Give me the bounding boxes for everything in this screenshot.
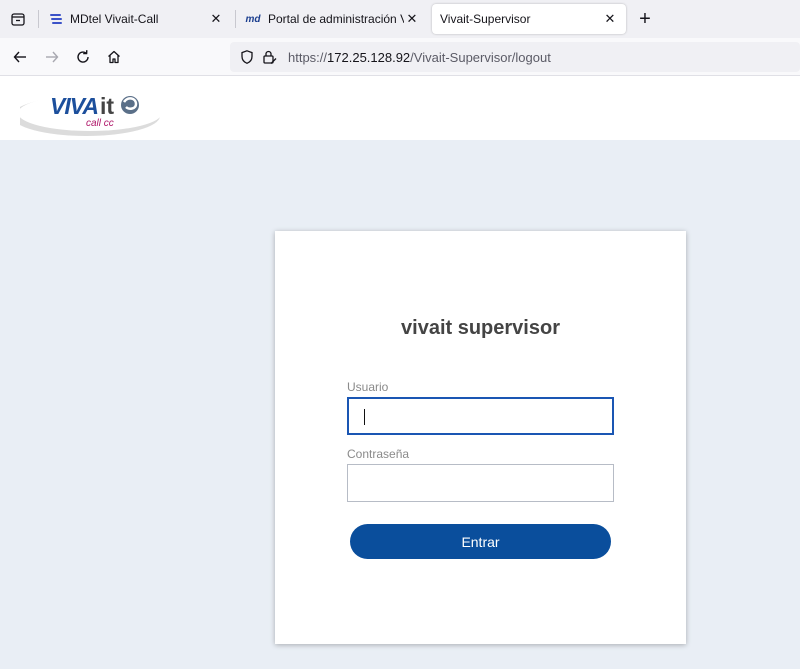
tab-vivait-supervisor[interactable]: Vivait-Supervisor ✕ [432,4,626,34]
close-tab-icon[interactable]: ✕ [602,11,618,27]
mdtel-lines-icon [48,11,64,27]
tab-list-icon [11,13,25,26]
url-path: /Vivait-Supervisor/logout [410,49,551,65]
tab-mdtel-vivait-call[interactable]: MDtel Vivait-Call ✕ [40,4,232,34]
url-prefix: https:// [288,49,328,65]
address-bar[interactable]: https://172.25.128.92/Vivait-Supervisor/… [230,42,800,72]
tab-separator [38,10,39,28]
logo-brand-accent: it [100,93,114,119]
page-header: VIVA it call cc [0,76,800,140]
navigation-bar: https://172.25.128.92/Vivait-Supervisor/… [0,38,800,76]
new-tab-button[interactable]: + [634,8,656,30]
text-caret [364,409,365,425]
reload-icon [77,50,89,63]
password-input[interactable] [347,464,614,502]
home-icon [108,50,120,64]
lock-warning-icon[interactable] [258,46,280,68]
logo-brand-main: VIVA [50,93,98,119]
back-button[interactable] [6,43,34,71]
tab-portal-administracion[interactable]: md Portal de administración VIVAit ✕ [236,4,428,34]
tab-title: MDtel Vivait-Call [70,12,159,26]
login-submit-button[interactable]: Entrar [350,524,611,559]
tab-list-button[interactable] [0,0,36,38]
vivait-logo: VIVA it call cc [12,84,170,140]
tab-title: Vivait-Supervisor [440,12,531,26]
md-logo-icon: md [244,11,262,27]
close-tab-icon[interactable]: ✕ [208,11,224,27]
forward-button[interactable] [38,43,66,71]
username-label: Usuario [347,380,389,394]
home-button[interactable] [100,43,128,71]
arrow-right-icon [46,51,59,63]
login-title: vivait supervisor [401,317,560,339]
password-label: Contraseña [347,447,410,461]
close-tab-icon[interactable]: ✕ [404,11,420,27]
username-input[interactable] [347,397,614,435]
md-favicon-text: md [245,13,261,25]
tab-strip: MDtel Vivait-Call ✕ md Portal de adminis… [0,0,800,38]
tab-title: Portal de administración VIVAit [268,12,404,26]
arrow-left-icon [13,51,26,63]
reload-button[interactable] [69,43,97,71]
url-text: https://172.25.128.92/Vivait-Supervisor/… [288,50,551,65]
logo-tagline: call cc [86,118,114,129]
login-card: vivait supervisor Usuario Contraseña Ent… [275,231,686,644]
url-host: 172.25.128.92 [327,49,411,65]
shield-icon[interactable] [236,46,258,68]
